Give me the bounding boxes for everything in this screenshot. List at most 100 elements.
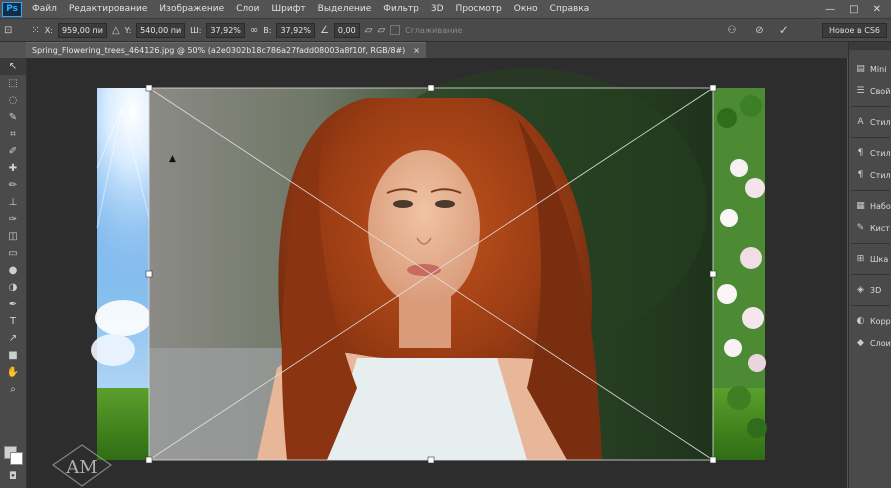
history-brush-icon[interactable]: ✑ <box>0 211 26 228</box>
dock-panel-item[interactable]: ◈ 3D <box>849 279 891 301</box>
tools-panel: ↖ ⬚ ◌ ✎ ⌗ ✐ ✚ ✏ ⊥ ✑ ◫ ▭ ● ◑ ✒ T ↗ ■ ✋ ⌕ ◘ <box>0 58 27 488</box>
stamp-icon[interactable]: ⊥ <box>0 194 26 211</box>
menu-window[interactable]: Окно <box>508 4 544 14</box>
pen-icon[interactable]: ✒ <box>0 296 26 313</box>
menu-edit[interactable]: Редактирование <box>63 4 154 14</box>
h-label: В: <box>263 25 272 35</box>
angle-input[interactable]: 0,00 <box>333 22 360 38</box>
quick-mask-icon[interactable]: ◘ <box>0 468 26 485</box>
menu-type[interactable]: Шрифт <box>266 4 312 14</box>
blur-icon[interactable]: ● <box>0 262 26 279</box>
angle-icon: ∠ <box>319 24 329 36</box>
panel-label: Свой <box>870 86 891 96</box>
dock-separator <box>851 274 890 275</box>
background-color-swatch[interactable] <box>10 452 23 465</box>
canvas-area[interactable]: ▲ AM <box>27 58 847 488</box>
type-icon[interactable]: T <box>0 313 26 330</box>
quick-select-icon[interactable]: ✎ <box>0 109 26 126</box>
dock-panel-item[interactable]: ☰ Свой <box>849 80 891 102</box>
dock-header[interactable] <box>849 42 891 50</box>
panel-label: Стил <box>870 148 891 158</box>
dock-panel-item[interactable]: ¶ Стил <box>849 142 891 164</box>
x-label: X: <box>44 25 53 35</box>
height-input[interactable]: 37,92% <box>276 22 315 38</box>
panel-label: Набо <box>870 201 891 211</box>
y-position-input[interactable]: 540,00 пи <box>136 22 186 38</box>
healing-icon[interactable]: ✚ <box>0 160 26 177</box>
menu-file[interactable]: Файл <box>26 4 63 14</box>
panel-icon: ◆ <box>857 338 864 348</box>
panel-icon: ◈ <box>857 285 864 295</box>
antialias-label: Сглаживание <box>405 25 463 35</box>
menu-3d[interactable]: 3D <box>425 4 450 14</box>
antialias-checkbox[interactable] <box>390 25 401 35</box>
panel-label: Слои <box>870 338 891 348</box>
panel-icon: ▤ <box>856 64 865 74</box>
marquee-icon[interactable]: ⬚ <box>0 75 26 92</box>
dodge-icon[interactable]: ◑ <box>0 279 26 296</box>
move-icon[interactable]: ↖ <box>0 58 26 75</box>
lasso-icon[interactable]: ◌ <box>0 92 26 109</box>
menu-view[interactable]: Просмотр <box>450 4 508 14</box>
commit-transform-icon[interactable]: ✓ <box>779 23 789 37</box>
width-input[interactable]: 37,92% <box>206 22 245 38</box>
eraser-icon[interactable]: ◫ <box>0 228 26 245</box>
close-icon[interactable]: ✕ <box>873 4 881 15</box>
menu-help[interactable]: Справка <box>544 4 596 14</box>
gradient-icon[interactable]: ▭ <box>0 245 26 262</box>
dock-panel-item[interactable]: ▤ Mini <box>849 58 891 80</box>
dock-separator <box>851 305 890 306</box>
menu-filter[interactable]: Фильтр <box>377 4 425 14</box>
x-position-input[interactable]: 959,00 пи <box>57 22 107 38</box>
menu-bar: Ps Файл Редактирование Изображение Слои … <box>0 0 891 18</box>
panel-icon: ✎ <box>856 223 865 233</box>
photoshop-logo-icon[interactable]: Ps <box>2 1 22 17</box>
hand-icon[interactable]: ✋ <box>0 364 26 381</box>
tab-close-icon[interactable]: × <box>413 46 420 55</box>
panel-icon: ◐ <box>856 316 865 326</box>
window-controls: — □ ✕ <box>825 4 891 15</box>
skew-icon[interactable]: ▱ <box>365 25 373 36</box>
dock-panel-item[interactable]: ▦ Набо <box>849 195 891 217</box>
flowering-branch <box>713 88 767 438</box>
skew-icon-2[interactable]: ▱ <box>377 25 385 36</box>
menu-select[interactable]: Выделение <box>312 4 378 14</box>
relative-position-icon[interactable]: △ <box>112 25 120 36</box>
maximize-icon[interactable]: □ <box>849 4 858 15</box>
portrait-layer-image[interactable] <box>149 68 713 460</box>
shape-icon[interactable]: ■ <box>0 347 26 364</box>
menu-image[interactable]: Изображение <box>153 4 230 14</box>
path-select-icon[interactable]: ↗ <box>0 330 26 347</box>
document-tab-bar: Spring_Flowering_trees_464126.jpg @ 50% … <box>26 42 848 58</box>
reference-point-icon[interactable]: ⁙ <box>31 25 39 36</box>
menu-layer[interactable]: Слои <box>230 4 265 14</box>
panel-label: Mini <box>870 64 887 74</box>
document-canvas[interactable] <box>27 58 847 488</box>
eyedropper-icon[interactable]: ✐ <box>0 143 26 160</box>
w-label: Ш: <box>190 25 202 35</box>
crop-icon[interactable]: ⌗ <box>0 126 26 143</box>
dock-separator <box>851 190 890 191</box>
zoom-icon[interactable]: ⌕ <box>0 381 26 398</box>
panel-label: 3D <box>870 285 882 295</box>
dock-panel-item[interactable]: ✎ Кист <box>849 217 891 239</box>
panel-icon: ☰ <box>856 86 865 96</box>
panel-label: Стил <box>870 117 891 127</box>
document-tab[interactable]: Spring_Flowering_trees_464126.jpg @ 50% … <box>26 42 426 58</box>
dock-panel-item[interactable]: A Стил <box>849 111 891 133</box>
transform-tool-preset-icon[interactable]: ⊡ <box>4 25 12 36</box>
link-icon[interactable]: ∞ <box>250 25 258 36</box>
dock-separator <box>851 243 890 244</box>
warp-icon[interactable]: ⚇ <box>727 25 736 36</box>
dock-separator <box>851 106 890 107</box>
minimize-icon[interactable]: — <box>825 4 835 15</box>
dock-panel-item[interactable]: ◐ Корр <box>849 310 891 332</box>
cancel-transform-icon[interactable]: ⊘ <box>755 25 763 36</box>
dock-panel-item[interactable]: ⊞ Шка <box>849 248 891 270</box>
watermark-logo: AM <box>51 443 113 488</box>
brush-icon[interactable]: ✏ <box>0 177 26 194</box>
dock-panel-item[interactable]: ◆ Слои <box>849 332 891 354</box>
dock-panel-item[interactable]: ¶ Стил <box>849 164 891 186</box>
workspace-preset-select[interactable]: Новое в CS6 <box>822 23 887 38</box>
panel-icon: A <box>857 117 864 127</box>
